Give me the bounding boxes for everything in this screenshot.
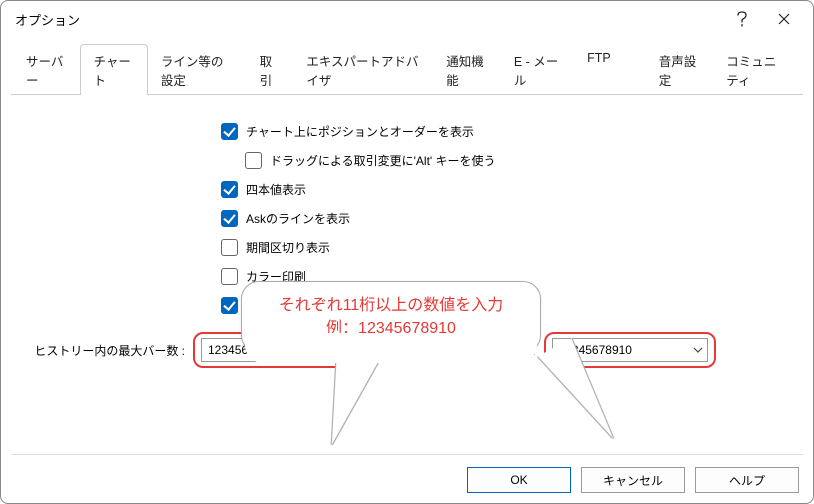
callout-tail-cover <box>245 333 537 363</box>
checkbox-ask-line[interactable] <box>221 210 238 227</box>
help-titlebar-button[interactable] <box>721 3 763 35</box>
callout-line1: それぞれ11桁以上の数値を入力 <box>256 294 526 317</box>
checkbox-ask-line-label: Askのラインを表示 <box>246 210 350 227</box>
checkbox-alt-drag[interactable] <box>245 152 262 169</box>
tab-sound[interactable]: 音声設定 <box>646 44 714 95</box>
callout-tail-left <box>318 354 378 451</box>
separator <box>11 454 803 455</box>
tab-email[interactable]: E - メール <box>501 44 574 95</box>
checkbox-save-deleted[interactable] <box>221 297 238 314</box>
close-button[interactable] <box>763 3 805 35</box>
tab-bar: サーバー チャート ライン等の設定 取引 エキスパートアドバイザ 通知機能 E … <box>11 43 803 95</box>
checkbox-color-print[interactable] <box>221 268 238 285</box>
tab-lines[interactable]: ライン等の設定 <box>148 44 247 95</box>
cancel-button[interactable]: キャンセル <box>581 467 685 493</box>
checkbox-period-sep-label: 期間区切り表示 <box>246 239 330 256</box>
checkbox-ohlc[interactable] <box>221 181 238 198</box>
tab-community[interactable]: コミュニティ <box>713 44 801 95</box>
history-bars-label: ヒストリー内の最大バー数 : <box>29 342 185 359</box>
tab-trade[interactable]: 取引 <box>247 44 294 95</box>
checkbox-ohlc-label: 四本値表示 <box>246 181 306 198</box>
tab-chart[interactable]: チャート <box>80 44 147 95</box>
close-icon <box>778 13 790 25</box>
chevron-down-icon <box>693 347 703 353</box>
checkbox-period-sep[interactable] <box>221 239 238 256</box>
checkbox-show-positions-label: チャート上にポジションとオーダーを表示 <box>246 123 474 140</box>
help-icon <box>736 11 748 27</box>
checkbox-show-positions[interactable] <box>221 123 238 140</box>
help-button[interactable]: ヘルプ <box>695 467 799 493</box>
window-title: オプション <box>15 10 721 29</box>
tab-notify[interactable]: 通知機能 <box>433 44 501 95</box>
tab-ftp[interactable]: FTP <box>574 44 624 95</box>
checkbox-alt-drag-label: ドラッグによる取引変更に'Alt' キーを使う <box>270 152 496 169</box>
tab-ea[interactable]: エキスパートアドバイザ <box>293 44 433 95</box>
ok-button[interactable]: OK <box>467 467 571 493</box>
tab-server[interactable]: サーバー <box>13 44 80 95</box>
